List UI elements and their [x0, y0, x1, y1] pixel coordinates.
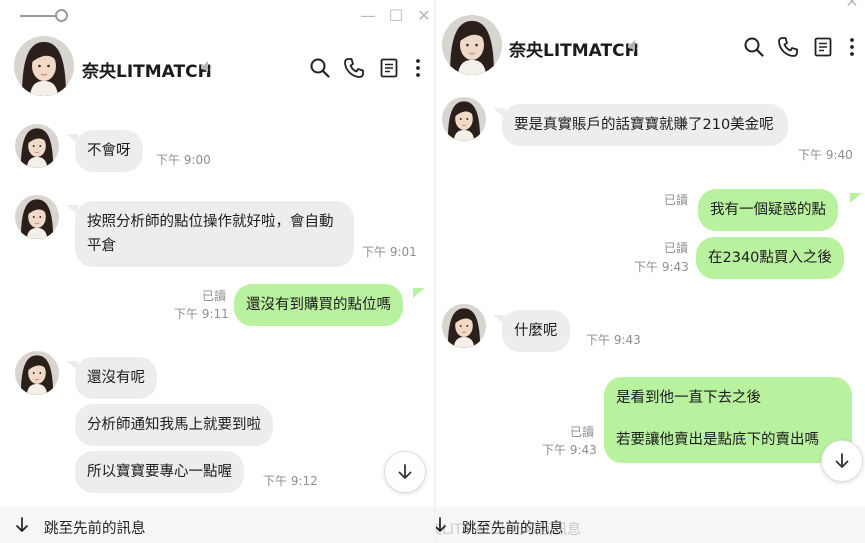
read-receipt: 已讀	[570, 425, 595, 439]
message-time: 下午 9:40	[798, 148, 853, 162]
message-time: 下午 9:43	[542, 443, 597, 457]
jump-to-previous-bar[interactable]: 跳至先前的訊息	[0, 507, 434, 543]
contact-name[interactable]: 奈央LITMATCH	[82, 57, 212, 82]
bubble-tail	[850, 193, 862, 203]
avatar[interactable]	[15, 195, 59, 239]
notes-icon[interactable]	[811, 35, 835, 59]
maximize-icon[interactable]: ☐	[386, 6, 406, 26]
close-icon[interactable]: ✕	[414, 6, 434, 26]
bubble-tail	[413, 288, 425, 298]
more-vertical-icon[interactable]	[840, 35, 864, 59]
notes-icon[interactable]	[377, 56, 401, 80]
search-icon[interactable]	[742, 35, 766, 59]
chat-window-left: — ☐ ✕ 奈央LITMATCH 不會呀 下午 9:00 按照分析師的點位操作就…	[0, 0, 434, 543]
arrow-down-icon	[835, 453, 849, 468]
opacity-slider-knob[interactable]	[55, 9, 68, 22]
search-icon[interactable]	[308, 56, 332, 80]
avatar[interactable]	[15, 124, 59, 168]
message-bubble-incoming[interactable]: 所以寶寶要專心一點喔	[75, 451, 244, 493]
message-bubble-incoming[interactable]: 還沒有呢	[75, 357, 157, 399]
arrow-down-icon	[436, 517, 448, 533]
jump-to-previous-label[interactable]: 跳至先前的訊息	[462, 517, 564, 538]
opacity-slider-track[interactable]	[20, 15, 58, 17]
jump-to-previous-bar[interactable]: 央LITMATCH已收回訊息 跳至先前的訊息	[436, 507, 865, 543]
jump-to-previous-label[interactable]: 跳至先前的訊息	[44, 517, 146, 538]
message-bubble-incoming[interactable]: 要是真實賬戶的話寶寶就賺了210美金呢	[502, 104, 788, 146]
message-bubble-outgoing[interactable]: 我有一個疑惑的點	[698, 189, 838, 231]
arrow-down-icon	[398, 464, 412, 479]
contact-name[interactable]: 奈央LITMATCH	[509, 36, 639, 61]
message-time: 下午 9:11	[174, 307, 229, 321]
message-time: 下午 9:00	[156, 153, 211, 167]
message-bubble-outgoing[interactable]: 是看到他一直下去之後 若要讓他賣出是點底下的賣出嗎	[604, 377, 852, 463]
avatar[interactable]	[15, 351, 59, 395]
read-receipt: 已讀	[202, 289, 227, 303]
message-time: 下午 9:01	[362, 245, 417, 259]
message-time: 下午 9:12	[263, 474, 318, 488]
close-icon[interactable]: ✕	[842, 0, 862, 12]
chat-window-right: ✕ 奈央LITMATCH 要是真實賬戶的話寶寶就賺了210美金呢 下午 9:40…	[434, 0, 865, 543]
read-receipt: 已讀	[664, 241, 689, 255]
avatar[interactable]	[442, 15, 502, 75]
message-bubble-incoming[interactable]: 不會呀	[75, 130, 143, 172]
phone-icon[interactable]	[342, 56, 366, 80]
message-bubble-incoming[interactable]: 按照分析師的點位操作就好啦，會自動平倉	[75, 201, 354, 267]
message-time: 下午 9:43	[586, 333, 641, 347]
avatar[interactable]	[14, 36, 74, 96]
message-bubble-outgoing[interactable]: 還沒有到購買的點位嗎	[234, 284, 403, 326]
speaker-muted-icon	[625, 37, 643, 55]
avatar[interactable]	[442, 304, 486, 348]
scroll-to-bottom-button[interactable]	[384, 451, 426, 493]
message-bubble-incoming[interactable]: 分析師通知我馬上就要到啦	[75, 404, 273, 446]
message-time: 下午 9:43	[634, 260, 689, 274]
speaker-muted-icon	[198, 58, 216, 76]
scroll-to-bottom-button[interactable]	[821, 440, 863, 482]
avatar[interactable]	[442, 97, 486, 141]
more-vertical-icon[interactable]	[406, 56, 430, 80]
phone-icon[interactable]	[776, 35, 800, 59]
minimize-icon[interactable]: —	[358, 6, 378, 26]
message-bubble-incoming[interactable]: 什麼呢	[502, 310, 570, 352]
read-receipt: 已讀	[664, 193, 689, 207]
message-bubble-outgoing[interactable]: 在2340點買入之後	[696, 237, 844, 279]
arrow-down-icon	[14, 517, 30, 533]
message-line: 若要讓他賣出是點底下的賣出嗎	[616, 432, 819, 448]
message-line: 是看到他一直下去之後	[616, 390, 761, 406]
